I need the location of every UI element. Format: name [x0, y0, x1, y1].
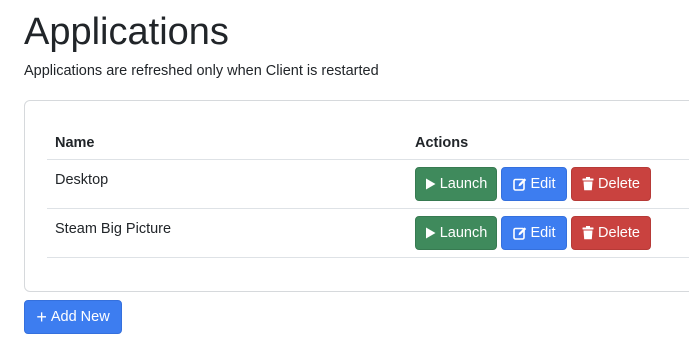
- edit-label: Edit: [530, 225, 556, 241]
- play-icon: [425, 227, 436, 239]
- launch-label: Launch: [439, 225, 488, 241]
- trash-icon: [582, 177, 594, 191]
- table-row: Steam Big Picture Launch Edit Delete: [47, 208, 689, 258]
- launch-button[interactable]: Launch: [415, 167, 497, 201]
- launch-button[interactable]: Launch: [415, 216, 497, 250]
- table-row: Desktop Launch Edit Delete: [47, 159, 689, 209]
- edit-button[interactable]: Edit: [501, 216, 567, 250]
- delete-button[interactable]: Delete: [571, 167, 651, 201]
- plus-icon: +: [36, 307, 47, 327]
- edit-label: Edit: [530, 176, 556, 192]
- edit-icon: [512, 177, 527, 191]
- add-new-label: Add New: [50, 309, 110, 325]
- column-header-actions: Actions: [407, 127, 689, 160]
- applications-page: Applications Applications are refreshed …: [0, 0, 689, 346]
- delete-label: Delete: [598, 176, 640, 192]
- app-name: Steam Big Picture: [47, 208, 407, 258]
- delete-label: Delete: [598, 225, 640, 241]
- trash-icon: [582, 226, 594, 240]
- applications-card: Name Actions Desktop Launch Edit Delete …: [24, 100, 689, 292]
- actions-cell: Launch Edit Delete: [407, 208, 689, 258]
- applications-table: Name Actions Desktop Launch Edit Delete …: [47, 127, 689, 258]
- page-title: Applications: [24, 11, 229, 53]
- delete-button[interactable]: Delete: [571, 216, 651, 250]
- add-new-button[interactable]: + Add New: [24, 300, 122, 334]
- page-subtitle: Applications are refreshed only when Cli…: [24, 63, 379, 79]
- table-header-row: Name Actions: [47, 127, 689, 160]
- app-name: Desktop: [47, 159, 407, 209]
- edit-icon: [512, 226, 527, 240]
- edit-button[interactable]: Edit: [501, 167, 567, 201]
- column-header-name: Name: [47, 127, 407, 160]
- launch-label: Launch: [439, 176, 488, 192]
- play-icon: [425, 178, 436, 190]
- actions-cell: Launch Edit Delete: [407, 159, 689, 209]
